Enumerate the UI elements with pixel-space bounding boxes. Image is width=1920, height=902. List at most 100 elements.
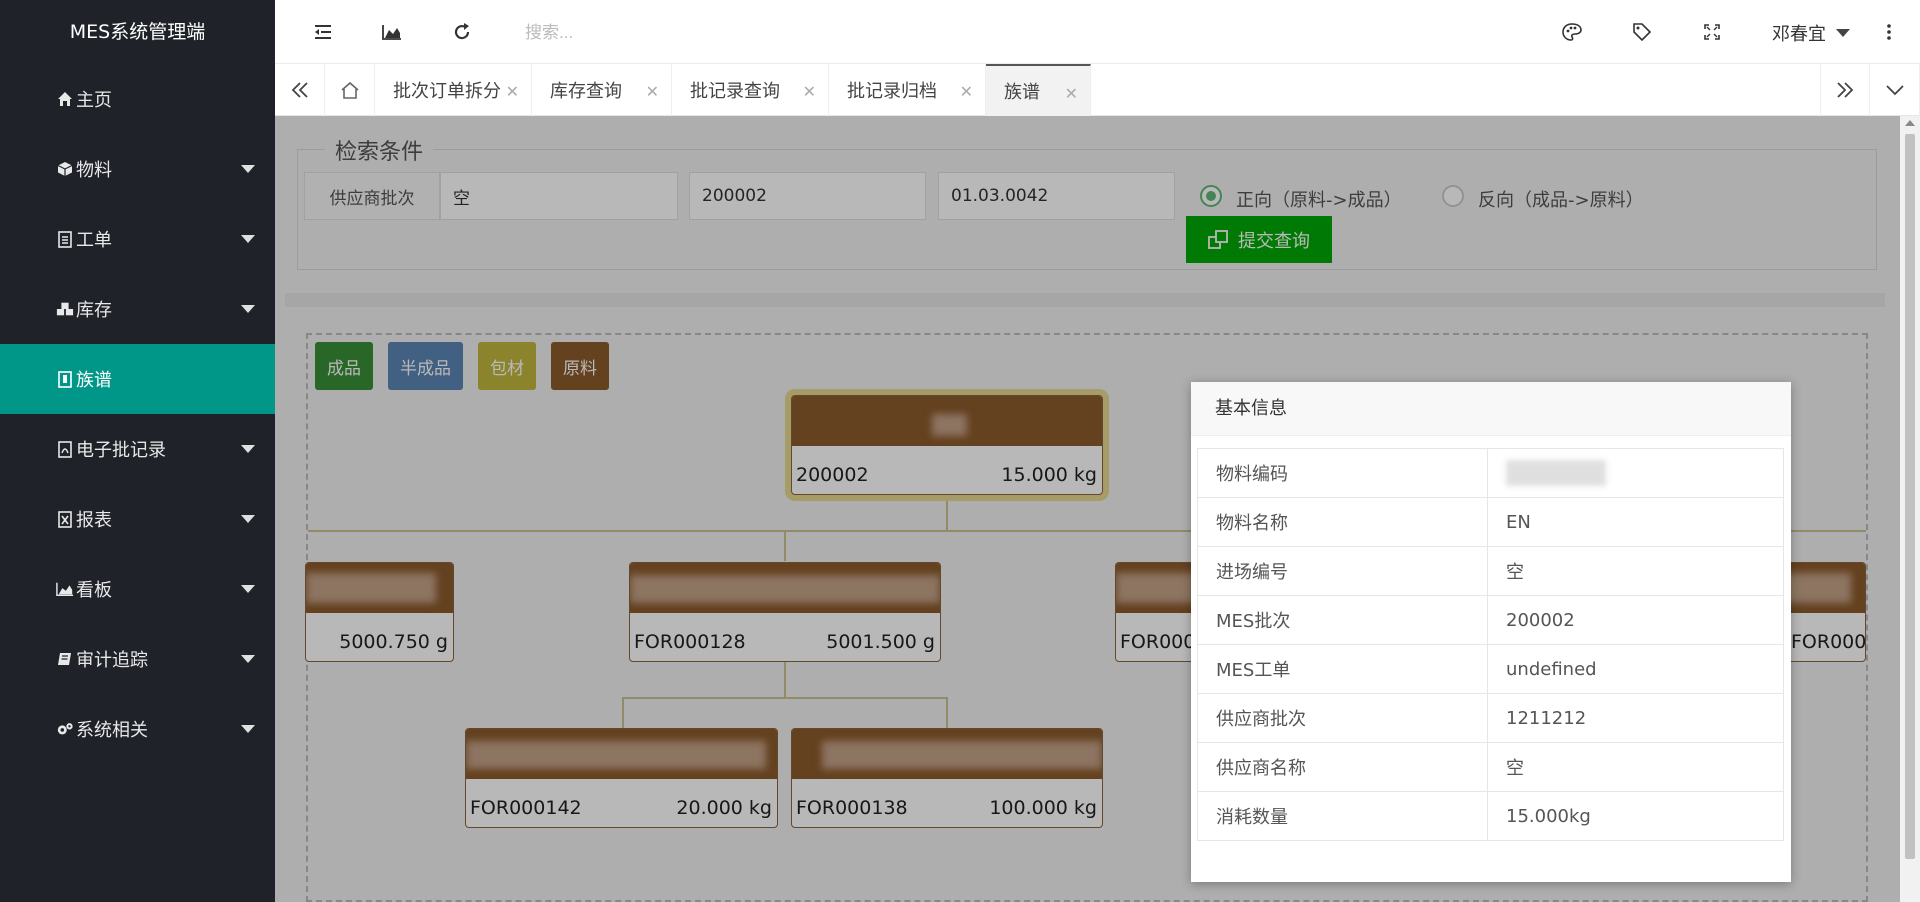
sidebar-item-label: 看板 <box>76 580 112 601</box>
caret-down-icon <box>241 655 255 663</box>
home-icon <box>56 90 74 108</box>
info-table: 物料编码 物料名称 EN 进场编号 空 MES批次 200002 MES工单 u… <box>1197 448 1784 841</box>
sidebar-item-label: 电子批记录 <box>76 440 166 461</box>
sidebar-item-genealogy[interactable]: 族谱 <box>0 344 275 414</box>
fullscreen-icon[interactable] <box>1700 20 1724 44</box>
tab-batch-order-split[interactable]: 批次订单拆分 ✕ <box>375 64 532 116</box>
info-key: 供应商批次 <box>1197 693 1488 743</box>
close-icon[interactable]: ✕ <box>803 82 816 101</box>
sidebar-item-label: 工单 <box>76 230 112 251</box>
table-row: MES批次 200002 <box>1197 595 1784 645</box>
palette-icon[interactable] <box>1560 20 1584 44</box>
info-key: 物料编码 <box>1197 448 1488 498</box>
tab-label: 批次订单拆分 <box>393 81 501 102</box>
info-key: 供应商名称 <box>1197 742 1488 792</box>
sidebar-item-workorder[interactable]: 工单 <box>0 204 275 274</box>
tab-genealogy[interactable]: 族谱 ✕ <box>986 64 1091 116</box>
app-title: MES系统管理端 <box>69 21 206 43</box>
tab-label: 批记录查询 <box>690 81 780 102</box>
tab-menu-chevron-down-icon[interactable] <box>1870 64 1920 116</box>
excel-icon <box>56 510 74 528</box>
table-row: 物料编码 <box>1197 448 1784 498</box>
tab-label: 族谱 <box>1004 82 1040 103</box>
sidebar-item-label: 物料 <box>76 160 112 181</box>
sidebar-item-label: 库存 <box>76 300 112 321</box>
info-key: MES工单 <box>1197 644 1488 694</box>
close-icon[interactable]: ✕ <box>1065 84 1078 103</box>
table-row: MES工单 undefined <box>1197 644 1784 694</box>
info-key: 物料名称 <box>1197 497 1488 547</box>
info-value <box>1487 448 1784 498</box>
caret-down-icon <box>1836 29 1850 37</box>
pdf-icon <box>56 440 74 458</box>
search-input[interactable] <box>525 18 885 48</box>
basic-info-modal: 基本信息 物料编码 物料名称 EN 进场编号 空 MES批次 200002 ME… <box>1191 382 1791 882</box>
table-row: 供应商批次 1211212 <box>1197 693 1784 743</box>
info-value: 空 <box>1487 742 1784 792</box>
sidebar-item-report[interactable]: 报表 <box>0 484 275 554</box>
sidebar-item-dashboard[interactable]: 看板 <box>0 554 275 624</box>
caret-down-icon <box>241 445 255 453</box>
table-row: 物料名称 EN <box>1197 497 1784 547</box>
info-value: undefined <box>1487 644 1784 694</box>
caret-down-icon <box>241 585 255 593</box>
caret-down-icon <box>241 515 255 523</box>
cube-icon <box>56 160 74 178</box>
caret-down-icon <box>241 725 255 733</box>
scroll-tabs-left-icon[interactable] <box>275 64 325 116</box>
info-value: 200002 <box>1487 595 1784 645</box>
scroll-tabs-right-icon[interactable] <box>1820 64 1870 116</box>
collapse-menu-icon[interactable] <box>311 20 335 44</box>
redacted-text <box>1506 460 1606 486</box>
caret-down-icon <box>241 235 255 243</box>
cogs-icon <box>56 720 74 738</box>
info-value: 空 <box>1487 546 1784 596</box>
tab-batch-record-query[interactable]: 批记录查询 ✕ <box>672 64 829 116</box>
home-tab-icon[interactable] <box>325 64 375 116</box>
sidebar-item-material[interactable]: 物料 <box>0 134 275 204</box>
sidebar-item-ebr[interactable]: 电子批记录 <box>0 414 275 484</box>
close-icon[interactable]: ✕ <box>506 82 519 101</box>
info-key: 消耗数量 <box>1197 791 1488 841</box>
sidebar-item-system[interactable]: 系统相关 <box>0 694 275 764</box>
sidebar-item-label: 族谱 <box>76 370 112 391</box>
sidebar-item-label: 主页 <box>76 90 112 111</box>
sidebar: MES系统管理端 主页 物料 工单 库存 族谱 电子批记录 报表 看板 审计追踪… <box>0 0 275 902</box>
info-value: 15.000kg <box>1487 791 1784 841</box>
tab-inventory-query[interactable]: 库存查询 ✕ <box>532 64 672 116</box>
sidebar-item-label: 审计追踪 <box>76 650 148 671</box>
user-menu[interactable]: 邓春宜 <box>1772 20 1826 46</box>
sidebar-item-label: 报表 <box>76 510 112 531</box>
cubes-icon <box>56 300 74 318</box>
more-vertical-icon[interactable] <box>1877 20 1901 44</box>
sidebar-item-label: 系统相关 <box>76 720 148 741</box>
tabbar: 批次订单拆分 ✕ 库存查询 ✕ 批记录查询 ✕ 批记录归档 ✕ 族谱 ✕ <box>275 64 1920 116</box>
document-icon <box>56 230 74 248</box>
close-icon[interactable]: ✕ <box>646 82 659 101</box>
topbar: 邓春宜 <box>275 0 1920 64</box>
book-icon <box>56 650 74 668</box>
file-tree-icon <box>56 370 74 388</box>
info-value: EN <box>1487 497 1784 547</box>
table-row: 进场编号 空 <box>1197 546 1784 596</box>
table-row: 供应商名称 空 <box>1197 742 1784 792</box>
table-row: 消耗数量 15.000kg <box>1197 791 1784 841</box>
info-key: 进场编号 <box>1197 546 1488 596</box>
caret-down-icon <box>241 305 255 313</box>
sidebar-item-audit[interactable]: 审计追踪 <box>0 624 275 694</box>
modal-title: 基本信息 <box>1191 382 1791 436</box>
scrollbar-thumb[interactable] <box>1905 134 1915 859</box>
sidebar-item-inventory[interactable]: 库存 <box>0 274 275 344</box>
scroll-up-arrow-icon[interactable] <box>1905 120 1915 126</box>
info-key: MES批次 <box>1197 595 1488 645</box>
tag-icon[interactable] <box>1630 20 1654 44</box>
sidebar-item-home[interactable]: 主页 <box>0 64 275 134</box>
area-chart-icon[interactable] <box>380 20 404 44</box>
tab-label: 库存查询 <box>550 81 622 102</box>
info-value: 1211212 <box>1487 693 1784 743</box>
close-icon[interactable]: ✕ <box>960 82 973 101</box>
content-scrollbar[interactable] <box>1900 116 1920 902</box>
refresh-icon[interactable] <box>450 20 474 44</box>
tab-batch-record-archive[interactable]: 批记录归档 ✕ <box>829 64 986 116</box>
tab-label: 批记录归档 <box>847 81 937 102</box>
